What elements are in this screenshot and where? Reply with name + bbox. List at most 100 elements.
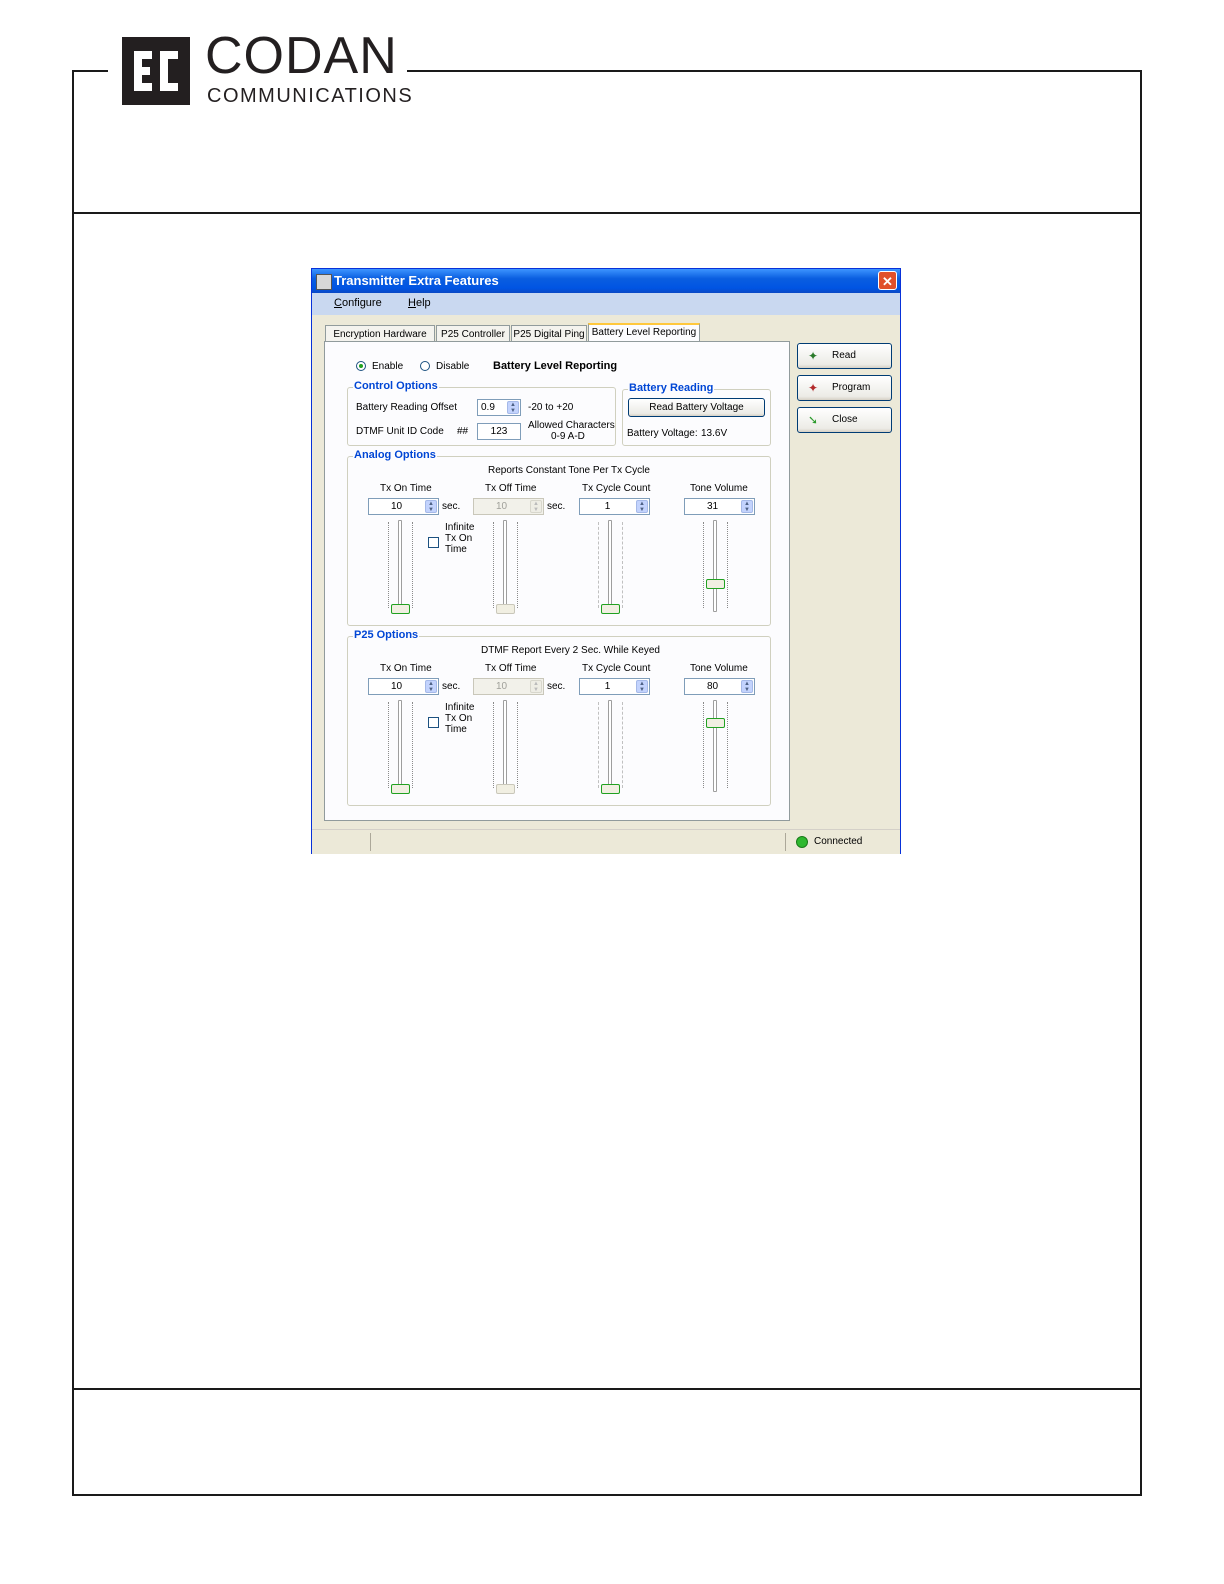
analog-volume-ticks-right <box>727 522 729 608</box>
codan-logo-icon <box>122 37 190 105</box>
title-bar[interactable]: Transmitter Extra Features ✕ <box>312 269 900 293</box>
p25-tx-off-slider <box>503 700 507 792</box>
p25-infinite-label-2: Tx On <box>445 713 473 724</box>
p25-tx-on-slider[interactable] <box>398 700 402 792</box>
battery-offset-label: Battery Reading Offset <box>356 402 457 413</box>
close-button[interactable]: ➘ Close <box>797 407 892 433</box>
dtmf-code-label: DTMF Unit ID Code <box>356 426 444 437</box>
transmitter-extra-features-window: Transmitter Extra Features ✕ Configure H… <box>311 268 901 854</box>
app-icon <box>316 274 332 290</box>
battery-reading-title: Battery Reading <box>628 382 715 394</box>
disable-radio[interactable] <box>420 361 430 371</box>
p25-tx-on-sec: sec. <box>442 681 461 692</box>
analog-cycle-label: Tx Cycle Count <box>582 483 651 494</box>
disable-label: Disable <box>436 361 470 372</box>
p25-volume-label: Tone Volume <box>690 663 748 674</box>
p25-volume-slider-thumb[interactable] <box>706 718 725 729</box>
p25-tx-on-spinner[interactable]: 10 ▲ ▼ <box>368 678 439 695</box>
menu-configure[interactable]: Configure <box>334 297 382 309</box>
analog-options-group <box>347 456 771 626</box>
spin-arrows-icon: ▲ ▼ <box>530 680 542 693</box>
logo-subtitle: COMMUNICATIONS <box>207 85 414 107</box>
spin-arrows-icon[interactable]: ▲ ▼ <box>741 680 753 693</box>
p25-subtitle: DTMF Report Every 2 Sec. While Keyed <box>481 645 660 656</box>
p25-infinite-checkbox[interactable] <box>428 717 439 728</box>
analog-infinite-label-1: Infinite <box>445 522 475 533</box>
frame-right <box>1140 70 1142 1496</box>
spin-arrows-icon[interactable]: ▲ ▼ <box>741 500 753 513</box>
tab-p25-digital-ping[interactable]: P25 Digital Ping <box>511 325 587 342</box>
analog-infinite-checkbox[interactable] <box>428 537 439 548</box>
analog-tx-on-label: Tx On Time <box>380 483 432 494</box>
p25-tx-on-label: Tx On Time <box>380 663 432 674</box>
tab-encryption-hardware[interactable]: Encryption Hardware <box>325 325 435 342</box>
p25-tx-off-label: Tx Off Time <box>485 663 537 674</box>
read-button[interactable]: ✦ Read <box>797 343 892 369</box>
tab-battery-level-reporting[interactable]: Battery Level Reporting <box>588 323 700 342</box>
analog-options-title: Analog Options <box>353 449 437 461</box>
analog-volume-slider-thumb[interactable] <box>706 578 725 589</box>
analog-cycle-spinner[interactable]: 1 ▲ ▼ <box>579 498 650 515</box>
analog-tx-off-slider <box>503 520 507 612</box>
battery-voltage-value: 13.6V <box>701 428 728 439</box>
battery-level-reporting-panel: Enable Disable Battery Level Reporting C… <box>324 341 790 821</box>
spin-arrows-icon: ▲ ▼ <box>530 500 542 513</box>
analog-cycle-slider[interactable] <box>608 520 612 612</box>
frame-left <box>72 70 74 1496</box>
analog-subtitle: Reports Constant Tone Per Tx Cycle <box>488 465 650 476</box>
spin-arrows-icon[interactable]: ▲ ▼ <box>425 680 437 693</box>
menu-bar: Configure Help <box>312 293 900 315</box>
read-battery-voltage-button[interactable]: Read Battery Voltage <box>628 398 765 417</box>
p25-cycle-slider-thumb[interactable] <box>601 784 620 794</box>
enable-radio[interactable] <box>356 361 366 371</box>
analog-volume-spinner[interactable]: 31 ▲ ▼ <box>684 498 755 515</box>
spin-arrows-icon[interactable]: ▲ ▼ <box>425 500 437 513</box>
analog-tx-on-ticks-right <box>412 522 414 608</box>
spin-arrows-icon[interactable]: ▲ ▼ <box>636 680 648 693</box>
p25-cycle-spinner[interactable]: 1 ▲ ▼ <box>579 678 650 695</box>
offset-range-label: -20 to +20 <box>528 402 574 413</box>
p25-tx-off-spinner: 10 ▲ ▼ <box>473 678 544 695</box>
p25-volume-ticks-right <box>727 702 729 788</box>
window-title: Transmitter Extra Features <box>334 273 499 288</box>
analog-volume-slider[interactable] <box>713 520 717 612</box>
frame-bottom <box>72 1494 1142 1496</box>
analog-tx-on-spinner[interactable]: 10 ▲ ▼ <box>368 498 439 515</box>
p25-cycle-ticks-left <box>598 702 600 788</box>
analog-tx-on-slider-thumb[interactable] <box>391 604 410 614</box>
dtmf-code-input[interactable]: 123 <box>477 423 521 440</box>
frame-header-divider <box>72 212 1142 214</box>
frame-footer-divider <box>72 1388 1142 1390</box>
control-options-title: Control Options <box>353 380 439 392</box>
p25-cycle-ticks-right <box>622 702 624 788</box>
program-button[interactable]: ✦ Program <box>797 375 892 401</box>
logo-wordmark: CODAN <box>205 27 398 85</box>
allowed-characters-value: 0-9 A-D <box>551 431 585 442</box>
battery-offset-spinner[interactable]: 0.9 ▲ ▼ <box>477 399 521 416</box>
connection-led-icon <box>796 836 808 848</box>
allowed-characters-label: Allowed Characters <box>528 420 615 431</box>
p25-infinite-label-3: Time <box>445 724 467 735</box>
p25-options-title: P25 Options <box>353 629 420 641</box>
exit-arrow-icon: ➘ <box>808 413 819 427</box>
analog-tx-off-sec: sec. <box>547 501 566 512</box>
menu-help[interactable]: Help <box>408 297 431 309</box>
p25-cycle-slider[interactable] <box>608 700 612 792</box>
p25-tx-off-sec: sec. <box>547 681 566 692</box>
spin-arrows-icon[interactable]: ▲ ▼ <box>507 401 519 414</box>
battery-voltage-label: Battery Voltage: <box>627 428 698 439</box>
p25-tx-off-ticks-right <box>517 702 519 788</box>
p25-volume-slider[interactable] <box>713 700 717 792</box>
p25-cycle-label: Tx Cycle Count <box>582 663 651 674</box>
analog-tx-on-slider[interactable] <box>398 520 402 612</box>
spin-arrows-icon[interactable]: ▲ ▼ <box>636 500 648 513</box>
analog-tx-off-label: Tx Off Time <box>485 483 537 494</box>
feature-title: Battery Level Reporting <box>493 360 618 372</box>
tab-p25-controller[interactable]: P25 Controller <box>436 325 510 342</box>
frame-top-right <box>407 70 1142 72</box>
p25-volume-spinner[interactable]: 80 ▲ ▼ <box>684 678 755 695</box>
p25-tx-on-slider-thumb[interactable] <box>391 784 410 794</box>
window-close-button[interactable]: ✕ <box>878 271 897 290</box>
analog-tx-on-ticks-left <box>388 522 390 608</box>
analog-cycle-slider-thumb[interactable] <box>601 604 620 614</box>
